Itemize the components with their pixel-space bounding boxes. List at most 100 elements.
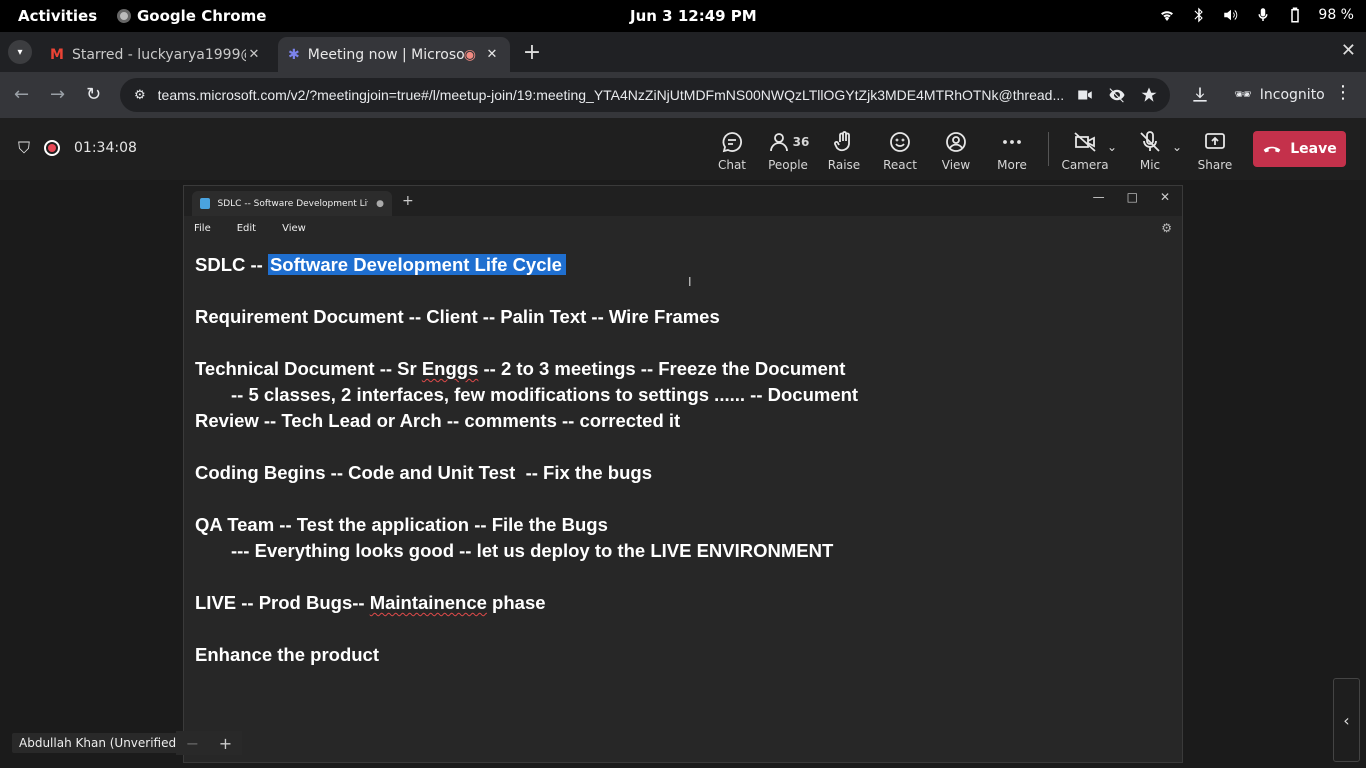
more-horizontal-icon xyxy=(1003,140,1021,144)
site-info-icon[interactable]: ⚙ xyxy=(134,88,146,103)
mic-off-icon xyxy=(1140,131,1160,152)
doc-text: -- 2 to 3 meetings -- Freeze the Documen… xyxy=(478,358,846,379)
back-button[interactable]: ← xyxy=(14,84,29,105)
unsaved-dot: ● xyxy=(376,198,384,209)
zoom-out-button[interactable]: − xyxy=(186,734,199,753)
download-button[interactable] xyxy=(1190,85,1210,109)
chrome-icon xyxy=(117,9,131,23)
tab-search-button[interactable]: ▾ xyxy=(8,40,32,64)
star-icon[interactable] xyxy=(1140,86,1158,104)
app-name: Google Chrome xyxy=(137,7,267,25)
more-label: More xyxy=(997,158,1027,172)
doc-line: LIVE -- Prod Bugs-- Maintainence phase xyxy=(195,590,1182,616)
notepad-tab: SDLC -- Software Development Life ● xyxy=(192,191,392,216)
leave-label: Leave xyxy=(1290,141,1337,157)
minimize-icon: — xyxy=(1092,190,1105,204)
url-text[interactable]: teams.microsoft.com/v2/?meetingjoin=true… xyxy=(158,87,1068,103)
react-button[interactable]: React xyxy=(872,130,928,172)
tab-strip: ▾ M Starred - luckyarya1999@ ✕ ✱ Meeting… xyxy=(0,32,1366,72)
doc-line: Review -- Tech Lead or Arch -- comments … xyxy=(195,410,681,431)
plus-icon: + xyxy=(402,193,414,209)
chevron-left-icon: ‹ xyxy=(1343,710,1350,730)
mic-button[interactable]: Mic xyxy=(1122,130,1178,172)
phone-hangup-icon xyxy=(1263,146,1281,153)
camera-label: Camera xyxy=(1061,158,1109,172)
close-icon[interactable]: ✕ xyxy=(484,47,500,62)
browser-toolbar: ← → ↻ ⚙ teams.microsoft.com/v2/?meetingj… xyxy=(0,72,1366,118)
menu-edit: Edit xyxy=(236,222,257,234)
window-close-button[interactable]: ✕ xyxy=(1341,40,1356,61)
misspelled-word: Enggs xyxy=(421,358,479,379)
reload-button[interactable]: ↻ xyxy=(86,84,101,105)
notepad-tab-title: SDLC -- Software Development Life xyxy=(217,198,369,209)
teams-icon: ✱ xyxy=(288,46,300,63)
zoom-in-button[interactable]: + xyxy=(219,734,232,753)
doc-text: phase xyxy=(486,592,546,613)
hand-icon xyxy=(834,131,850,152)
incognito-label: Incognito xyxy=(1259,87,1325,103)
mic-options-chevron-icon[interactable]: ⌄ xyxy=(1172,140,1182,154)
notepad-menubar: File Edit View ⚙ xyxy=(184,216,1182,240)
people-label: People xyxy=(768,158,808,172)
chrome-menu-button[interactable]: ⋮ xyxy=(1334,82,1352,103)
meeting-control-bar: ⛉ 01:34:08 Chat 36 People Raise React Vi… xyxy=(0,118,1366,180)
chat-button[interactable]: Chat xyxy=(704,130,760,172)
doc-line: Technical Document -- Sr Enggs -- 2 to 3… xyxy=(195,356,1182,382)
app-menu[interactable]: Google Chrome xyxy=(117,7,266,25)
doc-text: LIVE -- Prod Bugs-- xyxy=(195,592,370,613)
doc-line: Requirement Document -- Client -- Palin … xyxy=(195,306,720,327)
download-icon xyxy=(1193,87,1207,102)
doc-text: Technical Document -- Sr xyxy=(195,358,422,379)
close-icon[interactable]: ✕ xyxy=(246,47,262,62)
doc-line: QA Team -- Test the application -- File … xyxy=(195,514,608,535)
camera-options-chevron-icon[interactable]: ⌄ xyxy=(1107,140,1117,154)
share-button[interactable]: Share xyxy=(1187,130,1243,172)
more-button[interactable]: More xyxy=(984,130,1040,172)
new-tab-button[interactable]: + xyxy=(520,40,544,65)
system-top-bar: Activities Google Chrome Jun 3 12:49 PM … xyxy=(0,0,1366,32)
more-vertical-icon: ⋮ xyxy=(1334,82,1352,103)
leave-button[interactable]: Leave xyxy=(1253,131,1346,167)
tab-teams-meeting[interactable]: ✱ Meeting now | Microsoft ◉ ✕ xyxy=(278,37,510,72)
battery-percent: 98 % xyxy=(1318,7,1354,23)
forward-button[interactable]: → xyxy=(50,84,65,105)
participant-name-tag: Abdullah Khan (Unverified) xyxy=(12,733,188,753)
camera-button[interactable]: Camera xyxy=(1057,130,1113,172)
recording-icon: ◉ xyxy=(463,46,476,63)
shared-notepad-window: SDLC -- Software Development Life ● + — … xyxy=(183,185,1183,763)
maximize-icon: □ xyxy=(1126,190,1138,204)
people-icon xyxy=(769,133,788,152)
raise-hand-button[interactable]: Raise xyxy=(816,130,872,172)
shield-icon[interactable]: ⛉ xyxy=(18,138,30,158)
zoom-controls: − + xyxy=(176,731,242,755)
meeting-info: ⛉ 01:34:08 xyxy=(18,138,137,158)
chevron-down-icon: ▾ xyxy=(17,46,23,58)
selected-text: Software Development Life Cycle xyxy=(267,254,566,275)
volume-icon xyxy=(1224,9,1238,21)
doc-text: SDLC -- xyxy=(195,254,268,275)
view-label: View xyxy=(941,158,971,172)
address-bar[interactable]: ⚙ teams.microsoft.com/v2/?meetingjoin=tr… xyxy=(120,78,1170,112)
misspelled-word: Maintainence xyxy=(369,592,487,613)
clock[interactable]: Jun 3 12:49 PM xyxy=(630,7,757,25)
eye-off-icon[interactable] xyxy=(1108,86,1126,104)
camera-icon[interactable] xyxy=(1076,86,1094,104)
system-tray[interactable]: 98 % xyxy=(1158,6,1354,24)
view-button[interactable]: View xyxy=(928,130,984,172)
notepad-window-buttons: — □ ✕ xyxy=(1093,190,1170,204)
people-button[interactable]: 36 People xyxy=(760,130,816,172)
incognito-icon: 🕶 xyxy=(1234,87,1252,103)
mic-label: Mic xyxy=(1139,158,1161,172)
tab-gmail[interactable]: M Starred - luckyarya1999@ ✕ xyxy=(40,37,272,72)
incognito-indicator[interactable]: 🕶 Incognito xyxy=(1222,80,1337,110)
side-panel-toggle[interactable]: ‹ xyxy=(1333,678,1360,762)
activities-button[interactable]: Activities xyxy=(18,7,97,25)
tab-title: Starred - luckyarya1999@ xyxy=(71,46,246,63)
doc-line: --- Everything looks good -- let us depl… xyxy=(195,540,834,561)
notepad-icon xyxy=(200,198,210,209)
camera-off-icon xyxy=(1074,132,1096,152)
